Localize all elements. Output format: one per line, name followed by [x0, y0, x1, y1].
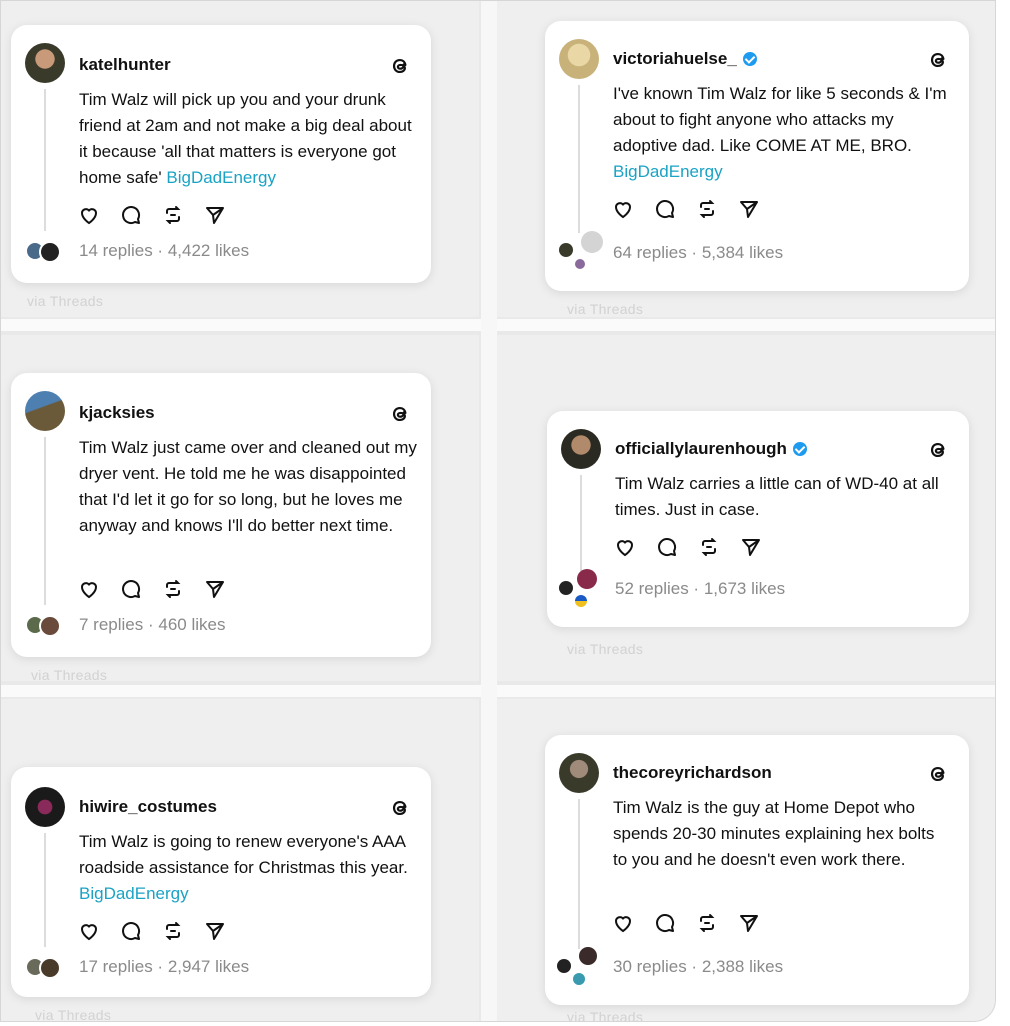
avatar[interactable] [559, 39, 599, 79]
threads-logo-icon[interactable] [387, 401, 413, 427]
post-text: Tim Walz is the guy at Home Depot who sp… [613, 798, 935, 869]
username[interactable]: hiwire_costumes [79, 797, 217, 817]
threads-logo-icon[interactable] [387, 795, 413, 821]
avatar[interactable] [25, 391, 65, 431]
post-text: Tim Walz carries a little can of WD-40 a… [615, 474, 939, 519]
replier-avatar [557, 959, 571, 973]
via-threads-watermark: via Threads [35, 1007, 112, 1022]
replier-avatar [39, 615, 61, 637]
heart-icon[interactable] [77, 203, 101, 227]
replier-avatar [39, 241, 61, 263]
thread-line [580, 475, 582, 571]
via-threads-watermark: via Threads [27, 293, 104, 309]
replier-avatar [579, 947, 597, 965]
thread-line [44, 833, 46, 947]
thread-line [44, 89, 46, 231]
action-bar [611, 911, 761, 935]
repost-icon[interactable] [695, 911, 719, 935]
threads-logo-icon[interactable] [925, 761, 951, 787]
post-card[interactable]: thecoreyrichardson Tim Walz is the guy a… [545, 735, 969, 1005]
via-threads-watermark: via Threads [567, 1009, 644, 1022]
comment-icon[interactable] [119, 919, 143, 943]
post-stats[interactable]: 30 replies · 2,388 likes [613, 957, 783, 977]
heart-icon[interactable] [77, 919, 101, 943]
repost-icon[interactable] [161, 203, 185, 227]
heart-icon[interactable] [611, 911, 635, 935]
divider [1, 319, 995, 331]
post-text: I've known Tim Walz for like 5 seconds &… [613, 84, 947, 181]
share-icon[interactable] [203, 203, 227, 227]
replier-avatar [39, 957, 61, 979]
action-bar [77, 919, 227, 943]
username[interactable]: victoriahuelse_ [613, 49, 757, 69]
post-stats[interactable]: 14 replies · 4,422 likes [79, 241, 249, 261]
heart-icon[interactable] [77, 577, 101, 601]
repost-icon[interactable] [695, 197, 719, 221]
comment-icon[interactable] [655, 535, 679, 559]
post-stats[interactable]: 64 replies · 5,384 likes [613, 243, 783, 263]
verified-badge-icon [792, 442, 807, 456]
username[interactable]: officiallylaurenhough [615, 439, 807, 459]
verified-badge-icon [742, 52, 757, 66]
collage-frame: via Threads via Threads via Threads via … [0, 0, 996, 1022]
hashtag-link[interactable]: BigDadEnergy [79, 884, 189, 903]
action-bar [77, 203, 227, 227]
replier-avatar [581, 231, 603, 253]
via-threads-watermark: via Threads [567, 301, 644, 317]
hashtag-link[interactable]: BigDadEnergy [613, 162, 723, 181]
username[interactable]: katelhunter [79, 55, 171, 75]
replier-avatar [573, 973, 585, 985]
post-stats[interactable]: 52 replies · 1,673 likes [615, 579, 785, 599]
share-icon[interactable] [203, 577, 227, 601]
hashtag-link[interactable]: BigDadEnergy [166, 168, 276, 187]
replier-avatar [575, 595, 587, 607]
threads-logo-icon[interactable] [925, 437, 951, 463]
replier-avatar [559, 243, 573, 257]
post-card[interactable]: katelhunter Tim Walz will pick up you an… [11, 25, 431, 283]
post-stats[interactable]: 17 replies · 2,947 likes [79, 957, 249, 977]
action-bar [77, 577, 227, 601]
post-card[interactable]: officiallylaurenhough Tim Walz carries a… [547, 411, 969, 627]
action-bar [611, 197, 761, 221]
share-icon[interactable] [203, 919, 227, 943]
replier-avatar [575, 259, 585, 269]
thread-line [578, 85, 580, 233]
action-bar [613, 535, 763, 559]
threads-logo-icon[interactable] [925, 47, 951, 73]
via-threads-watermark: via Threads [31, 667, 108, 683]
avatar[interactable] [561, 429, 601, 469]
divider [1, 685, 995, 697]
thread-line [578, 799, 580, 949]
post-card[interactable]: kjacksies Tim Walz just came over and cl… [11, 373, 431, 657]
repost-icon[interactable] [161, 919, 185, 943]
post-text: Tim Walz will pick up you and your drunk… [79, 90, 412, 187]
repost-icon[interactable] [697, 535, 721, 559]
comment-icon[interactable] [119, 203, 143, 227]
comment-icon[interactable] [119, 577, 143, 601]
share-icon[interactable] [737, 911, 761, 935]
heart-icon[interactable] [613, 535, 637, 559]
avatar[interactable] [25, 787, 65, 827]
post-text: Tim Walz is going to renew everyone's AA… [79, 832, 408, 903]
comment-icon[interactable] [653, 197, 677, 221]
post-stats[interactable]: 7 replies · 460 likes [79, 615, 225, 635]
post-card[interactable]: victoriahuelse_ I've known Tim Walz for … [545, 21, 969, 291]
threads-logo-icon[interactable] [387, 53, 413, 79]
avatar[interactable] [25, 43, 65, 83]
share-icon[interactable] [739, 535, 763, 559]
heart-icon[interactable] [611, 197, 635, 221]
avatar[interactable] [559, 753, 599, 793]
username[interactable]: thecoreyrichardson [613, 763, 772, 783]
via-threads-watermark: via Threads [567, 641, 644, 657]
post-text: Tim Walz just came over and cleaned out … [79, 438, 417, 535]
replier-avatar [577, 569, 597, 589]
divider [481, 1, 497, 1021]
share-icon[interactable] [737, 197, 761, 221]
comment-icon[interactable] [653, 911, 677, 935]
thread-line [44, 437, 46, 605]
username[interactable]: kjacksies [79, 403, 155, 423]
repost-icon[interactable] [161, 577, 185, 601]
replier-avatar [559, 581, 573, 595]
post-card[interactable]: hiwire_costumes Tim Walz is going to ren… [11, 767, 431, 997]
